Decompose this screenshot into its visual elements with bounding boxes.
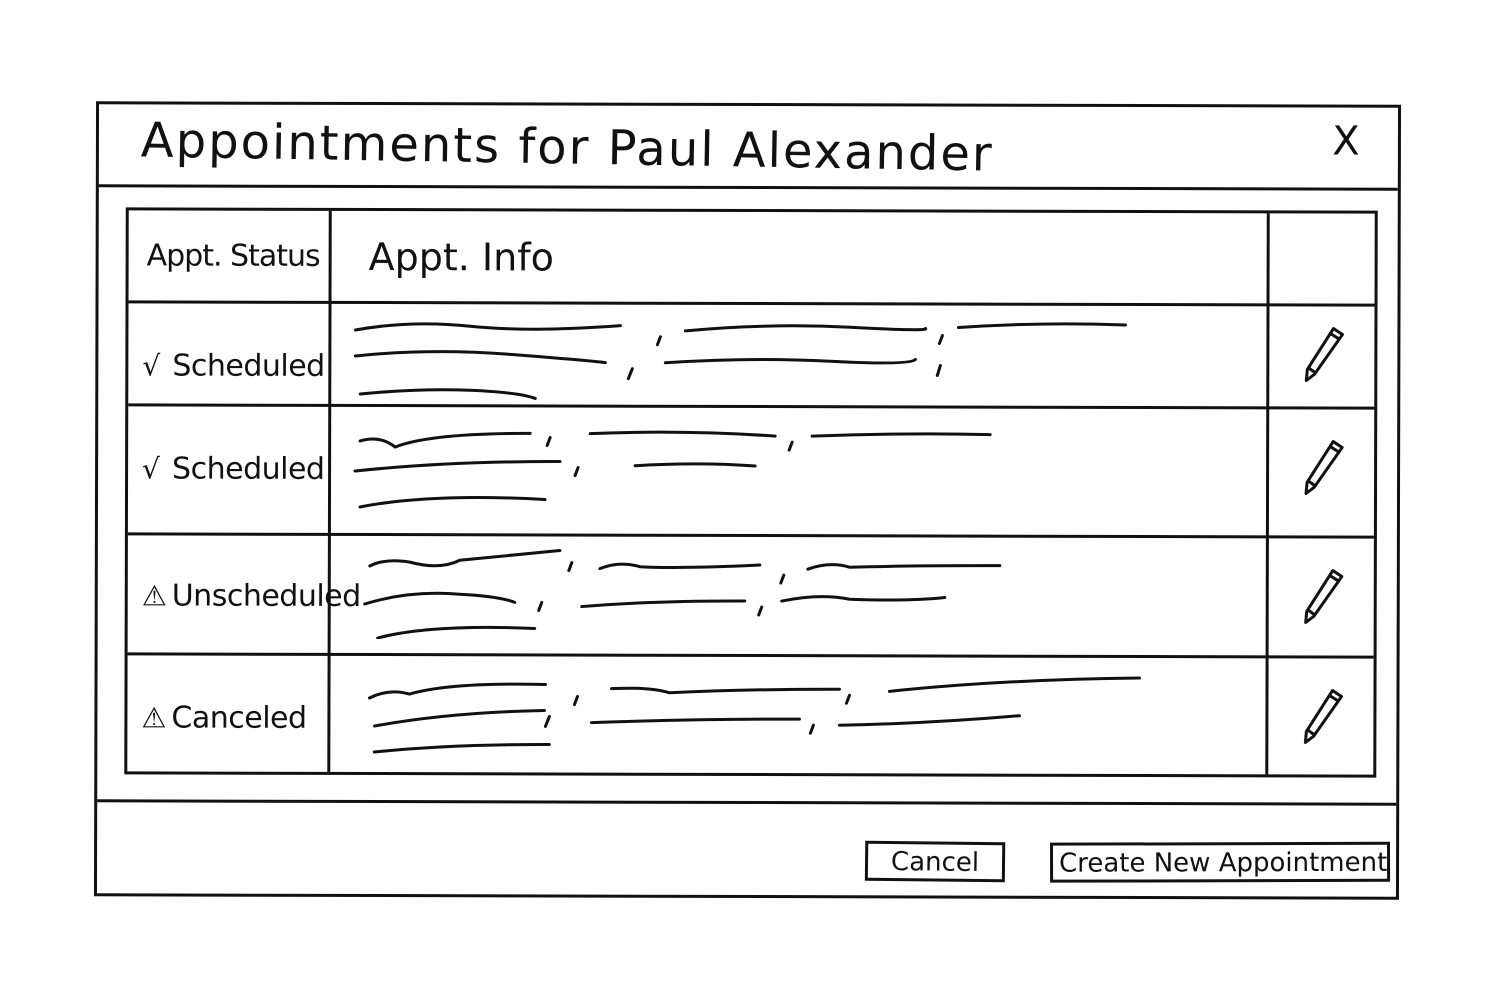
appt-info-placeholder bbox=[353, 430, 992, 509]
status-label: Unscheduled bbox=[171, 578, 361, 614]
footer-divider bbox=[97, 799, 1397, 806]
dialog-title: Appointments for Paul Alexander bbox=[140, 112, 995, 183]
status-cell: ⚠ Unscheduled bbox=[141, 578, 361, 614]
appointments-table: Appt. Status Appt. Info √ Scheduled √ Sc… bbox=[124, 207, 1378, 778]
table-row[interactable]: ⚠ Unscheduled bbox=[127, 535, 1374, 659]
status-cell: √ Scheduled bbox=[142, 348, 324, 383]
table-row[interactable]: √ Scheduled bbox=[127, 406, 1375, 539]
dialog-titlebar: Appointments for Paul Alexander X bbox=[98, 104, 1399, 191]
check-icon: √ bbox=[142, 349, 160, 383]
pencil-icon[interactable] bbox=[1299, 686, 1345, 746]
appt-info-placeholder bbox=[363, 549, 1002, 640]
table-row[interactable]: ⚠ Canceled bbox=[127, 655, 1373, 774]
cancel-button[interactable]: Cancel bbox=[864, 840, 1006, 883]
header-appt-info: Appt. Info bbox=[368, 235, 554, 280]
status-cell: √ Scheduled bbox=[142, 451, 324, 486]
table-header-row: Appt. Status Appt. Info bbox=[128, 210, 1375, 307]
check-icon: √ bbox=[142, 452, 160, 486]
table-row[interactable]: √ Scheduled bbox=[128, 303, 1375, 410]
status-cell: ⚠ Canceled bbox=[141, 700, 306, 735]
status-label: Scheduled bbox=[172, 348, 325, 384]
close-icon[interactable]: X bbox=[1324, 119, 1368, 165]
status-label: Scheduled bbox=[172, 451, 325, 487]
status-label: Canceled bbox=[171, 700, 307, 736]
header-appt-status: Appt. Status bbox=[146, 238, 320, 274]
pencil-icon[interactable] bbox=[1300, 566, 1346, 626]
create-new-appointment-button[interactable]: Create New Appointment bbox=[1050, 841, 1391, 883]
warning-icon: ⚠ bbox=[141, 701, 167, 735]
warning-icon: ⚠ bbox=[141, 579, 167, 613]
appt-info-placeholder bbox=[353, 322, 1127, 400]
appointments-dialog: Appointments for Paul Alexander X Appt. … bbox=[93, 101, 1402, 900]
appt-info-placeholder bbox=[367, 676, 1142, 754]
pencil-icon[interactable] bbox=[1300, 437, 1346, 497]
pencil-icon[interactable] bbox=[1300, 324, 1346, 384]
